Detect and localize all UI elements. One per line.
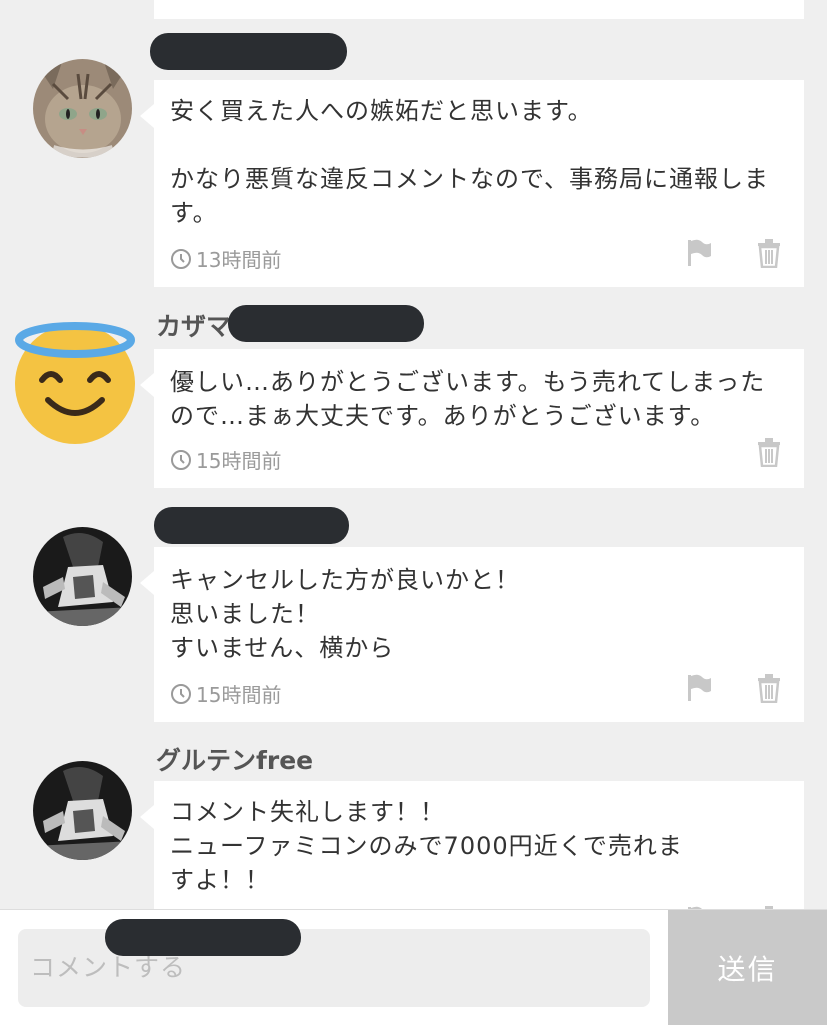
- comment-username[interactable]: グルテンfree: [156, 741, 313, 777]
- comment-text: 優しい…ありがとうございます。もう売れてしまったので…まぁ大丈夫です。ありがとう…: [170, 368, 766, 430]
- comment-bubble-4: コメント失礼します！！ ニューファミコンのみで7000円近くで売れますよ！！: [140, 781, 804, 910]
- cat-photo-avatar[interactable]: [33, 59, 132, 158]
- clock-icon: [171, 683, 191, 704]
- redacted-overlay: [105, 919, 301, 956]
- comment-bubble-3: キャンセルした方が良いかと！ 思いました！ すいません、横から 15時間前: [140, 547, 804, 722]
- flag-icon[interactable]: [686, 673, 712, 703]
- comment-text: 安く買えた人への嫉妬だと思います。 かなり悪質な違反コメントなので、事務局に通報…: [170, 97, 770, 227]
- redacted-username: [150, 33, 347, 70]
- clock-icon: [171, 248, 191, 269]
- trash-icon[interactable]: [756, 437, 782, 467]
- comment-time-label: 13時間前: [196, 248, 282, 272]
- comment-text: コメント失礼します！！ ニューファミコンのみで7000円近くで売れますよ！！: [170, 798, 683, 894]
- comment-bubble-2: 優しい…ありがとうございます。もう売れてしまったので…まぁ大丈夫です。ありがとう…: [140, 349, 804, 488]
- monochrome-photo-avatar[interactable]: [33, 527, 132, 626]
- smiling-face-with-halo-emoji[interactable]: [14, 320, 136, 444]
- comment-thread: 安く買えた人への嫉妬だと思います。 かなり悪質な違反コメントなので、事務局に通報…: [0, 0, 827, 910]
- redacted-username: [154, 507, 349, 544]
- comment-bubble-1: 安く買えた人への嫉妬だと思います。 かなり悪質な違反コメントなので、事務局に通報…: [140, 80, 804, 287]
- flag-icon[interactable]: [686, 238, 712, 268]
- comment-username[interactable]: カザマ: [156, 307, 231, 343]
- comment-time: 15時間前: [170, 445, 281, 474]
- redacted-username: [228, 305, 424, 342]
- trash-icon[interactable]: [756, 238, 782, 268]
- comment-text: キャンセルした方が良いかと！ 思いました！ すいません、横から: [170, 566, 520, 662]
- trash-icon[interactable]: [756, 673, 782, 703]
- clock-icon: [171, 449, 191, 470]
- send-button[interactable]: 送信: [668, 910, 827, 1025]
- comment-time: 15時間前: [170, 679, 281, 708]
- comment-time: 13時間前: [170, 244, 281, 273]
- comment-time-label: 15時間前: [196, 683, 282, 707]
- comment-bubble-previous: [154, 0, 804, 19]
- monochrome-photo-avatar[interactable]: [33, 761, 132, 860]
- comment-time-label: 15時間前: [196, 449, 282, 473]
